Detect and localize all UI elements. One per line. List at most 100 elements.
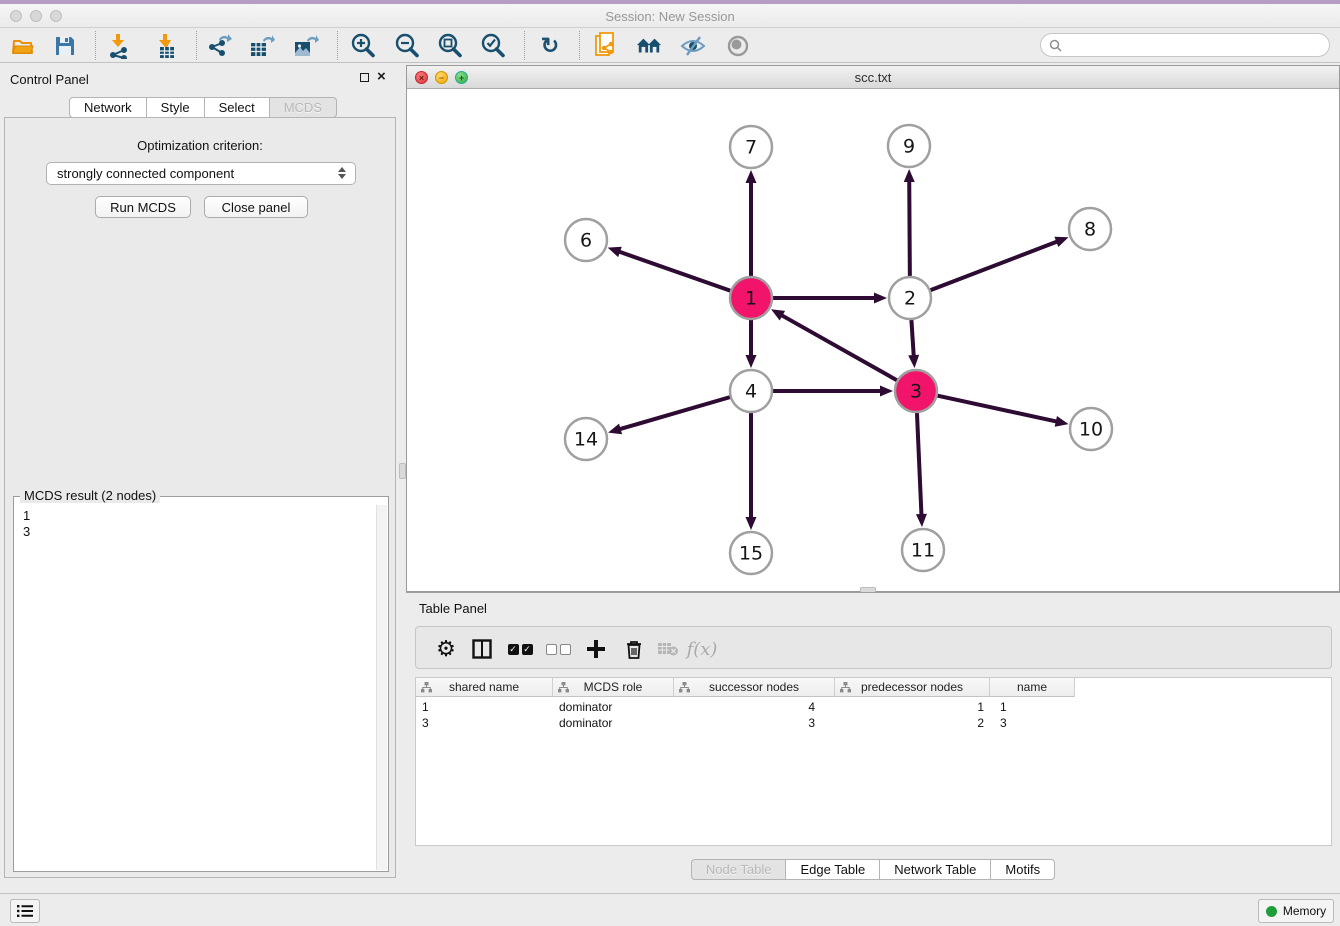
toolbar-separator — [524, 31, 525, 60]
table-tabs: Node Table Edge Table Network Table Moti… — [406, 859, 1340, 880]
graph-edge-2-8[interactable] — [930, 242, 1058, 291]
graph-edge-3-1[interactable] — [781, 315, 897, 381]
run-mcds-button[interactable]: Run MCDS — [95, 196, 191, 218]
edge-arrowhead — [880, 386, 893, 397]
graph-edge-3-10[interactable] — [937, 395, 1057, 421]
column-header-name[interactable]: name — [990, 678, 1075, 697]
refresh-icon: ↻ — [541, 35, 559, 57]
edge-arrowhead — [608, 424, 622, 435]
gear-icon: ⚙ — [436, 636, 456, 662]
search-input[interactable] — [1067, 36, 1329, 54]
import-table-button[interactable] — [153, 33, 179, 59]
graph-edge-2-9[interactable] — [909, 181, 910, 277]
org-chart-icon — [840, 682, 851, 693]
tab-node-table[interactable]: Node Table — [691, 859, 786, 880]
save-session-button[interactable] — [52, 33, 78, 59]
tab-style[interactable]: Style — [146, 97, 204, 118]
zoom-out-button[interactable] — [394, 33, 420, 59]
column-header-shared-name[interactable]: shared name — [416, 678, 553, 697]
export-network-button[interactable] — [206, 33, 232, 59]
export-table-icon — [249, 33, 275, 59]
list-icon — [17, 904, 33, 918]
table-settings-button[interactable]: ⚙ — [432, 635, 460, 663]
toolbar-search[interactable] — [1040, 33, 1330, 57]
create-column-button[interactable] — [582, 635, 610, 663]
network-list-button[interactable] — [10, 899, 40, 923]
clone-network-button[interactable] — [593, 33, 619, 59]
network-window-titlebar[interactable]: × − + scc.txt — [407, 66, 1339, 89]
column-header-mcds-role[interactable]: MCDS role — [553, 678, 674, 697]
show-graphics-details-button[interactable] — [725, 33, 751, 59]
column-header-predecessor-nodes[interactable]: predecessor nodes — [835, 678, 990, 697]
show-column-panel-button[interactable] — [468, 635, 496, 663]
float-panel-button[interactable] — [360, 73, 369, 82]
graph-edge-1-6[interactable] — [619, 252, 731, 291]
close-panel-icon[interactable]: × — [377, 68, 386, 86]
column-label: name — [1017, 680, 1047, 694]
network-canvas[interactable]: 1234678910111415 — [407, 89, 1339, 591]
criterion-dropdown[interactable]: strongly connected component — [46, 162, 356, 185]
function-builder-button[interactable]: f(x) — [688, 635, 716, 663]
org-chart-icon — [679, 682, 690, 693]
tab-select[interactable]: Select — [204, 97, 269, 118]
mcds-result-list[interactable]: 1 3 — [15, 505, 376, 870]
open-session-button[interactable] — [10, 33, 36, 59]
edge-arrowhead — [904, 169, 915, 182]
node-label: 1 — [745, 288, 757, 310]
zoom-fit-button[interactable] — [437, 33, 463, 59]
tab-motifs[interactable]: Motifs — [990, 859, 1055, 880]
hide-graphics-details-button[interactable] — [680, 33, 706, 59]
import-network-icon — [107, 33, 131, 59]
unchecked-boxes-icon — [546, 644, 571, 655]
zoom-fit-icon — [437, 33, 463, 59]
select-all-columns-button[interactable]: ✓✓ — [506, 635, 534, 663]
edge-arrowhead — [608, 247, 622, 257]
deselect-all-columns-button[interactable] — [544, 635, 572, 663]
cell-shared-name: 1 — [416, 699, 553, 715]
close-panel-button[interactable]: Close panel — [204, 196, 308, 218]
zoom-in-icon — [350, 33, 376, 59]
result-line: 1 — [23, 508, 376, 524]
graph-edge-3-11[interactable] — [917, 412, 922, 515]
table-row[interactable]: 3 dominator 3 2 3 — [416, 715, 1075, 731]
plus-icon — [586, 639, 606, 659]
table-toolbar: ⚙ ✓✓ — [415, 626, 1332, 669]
org-chart-icon — [421, 682, 432, 693]
graph-edge-2-3[interactable] — [911, 319, 913, 356]
edge-arrowhead — [746, 170, 757, 183]
delete-column-button[interactable] — [620, 635, 648, 663]
node-label: 11 — [911, 540, 935, 562]
table-panel-title: Table Panel — [419, 601, 487, 616]
tab-edge-table[interactable]: Edge Table — [785, 859, 879, 880]
columns-icon — [472, 639, 492, 659]
tab-mcds[interactable]: MCDS — [269, 97, 337, 118]
table-row[interactable]: 1 dominator 4 1 1 — [416, 699, 1075, 715]
node-label: 14 — [574, 429, 598, 451]
edge-arrowhead — [746, 355, 757, 368]
control-panel-title: Control Panel — [10, 72, 89, 87]
apply-layout-button[interactable]: ↻ — [537, 33, 563, 59]
edge-arrowhead — [746, 517, 757, 530]
toolbar-separator — [196, 31, 197, 60]
mcds-panel-body: Optimization criterion: strongly connect… — [4, 117, 396, 878]
export-image-button[interactable] — [293, 33, 319, 59]
result-scrollbar[interactable] — [376, 505, 387, 870]
column-label: MCDS role — [584, 680, 643, 694]
zoom-in-button[interactable] — [350, 33, 376, 59]
column-header-successor-nodes[interactable]: successor nodes — [674, 678, 835, 697]
session-title: Session: New Session — [0, 9, 1340, 24]
zoom-selected-button[interactable] — [480, 33, 506, 59]
tab-network-table[interactable]: Network Table — [879, 859, 990, 880]
export-network-icon — [206, 33, 232, 59]
memory-button[interactable]: Memory — [1258, 899, 1334, 923]
delete-table-button[interactable] — [654, 635, 682, 663]
control-panel-header: Control Panel × — [0, 64, 406, 90]
export-table-button[interactable] — [249, 33, 275, 59]
toolbar-separator — [95, 31, 96, 60]
tab-network[interactable]: Network — [69, 97, 146, 118]
show-all-networks-button[interactable] — [636, 33, 662, 59]
panel-divider-handle[interactable] — [399, 463, 406, 479]
graph-edge-4-14[interactable] — [620, 397, 731, 429]
criterion-value: strongly connected component — [57, 166, 234, 181]
import-network-button[interactable] — [106, 33, 132, 59]
